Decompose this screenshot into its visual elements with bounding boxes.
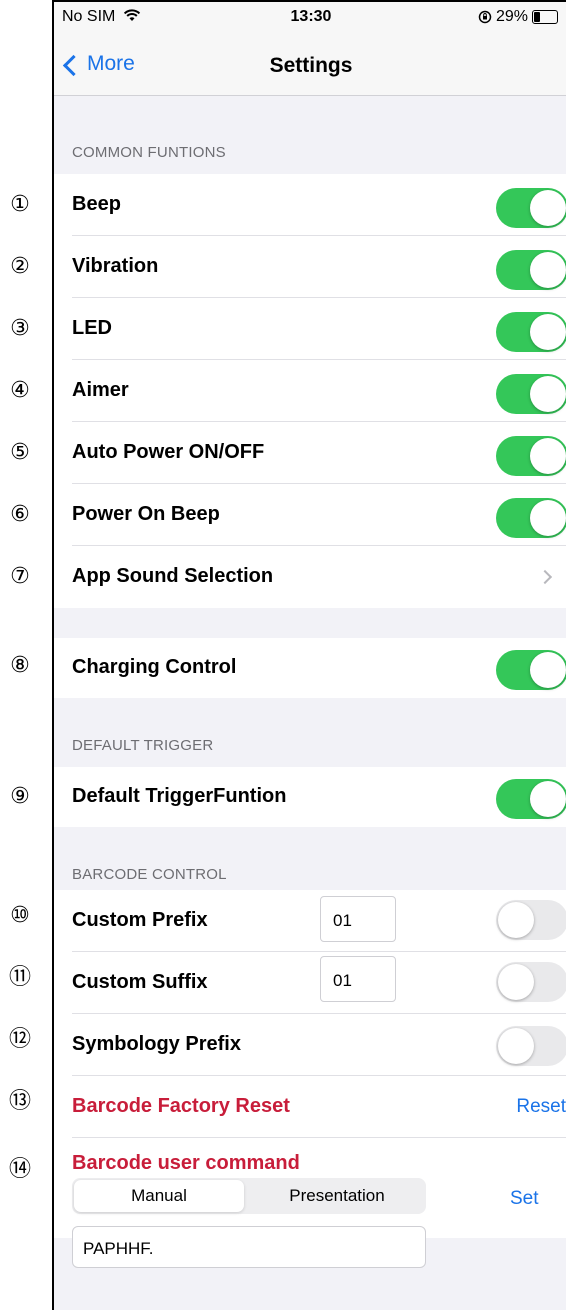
- segment-presentation[interactable]: Presentation: [250, 1180, 424, 1212]
- orientation-lock-icon: [478, 10, 492, 24]
- user-command-input[interactable]: PAPHHF.: [72, 1226, 426, 1268]
- row-number-12: ⑫: [8, 1027, 31, 1052]
- row-number-9: ⑨: [10, 784, 30, 809]
- annotation-gutter: ① ② ③ ④ ⑤ ⑥ ⑦ ⑧ ⑨ ⑩ ⑪ ⑫ ⑬ ⑭: [0, 0, 52, 1310]
- power-on-beep-toggle[interactable]: [496, 498, 566, 538]
- default-trigger-group: Default TriggerFuntion: [54, 767, 566, 827]
- row-number-11: ⑪: [8, 965, 31, 990]
- setting-row-beep: Beep: [54, 174, 566, 236]
- setting-label: Barcode user command: [72, 1152, 300, 1174]
- setting-row-default-trigger: Default TriggerFuntion: [54, 767, 566, 827]
- setting-row-power-on-beep: Power On Beep: [54, 484, 566, 546]
- setting-label: Vibration: [72, 255, 159, 277]
- symbology-prefix-toggle[interactable]: [496, 1026, 566, 1066]
- setting-row-barcode-factory-reset: Barcode Factory Reset Reset: [54, 1076, 566, 1138]
- beep-toggle[interactable]: [496, 188, 566, 228]
- row-number-13: ⑬: [8, 1089, 31, 1114]
- reset-button[interactable]: Reset: [516, 1096, 566, 1118]
- row-number-8: ⑧: [10, 653, 30, 678]
- vibration-toggle[interactable]: [496, 250, 566, 290]
- row-number-4: ④: [10, 378, 30, 403]
- section-header-common-functions: COMMON FUNTIONS: [72, 144, 226, 161]
- row-number-10: ⑩: [10, 903, 30, 928]
- custom-suffix-input[interactable]: 01: [320, 956, 396, 1002]
- setting-row-vibration: Vibration: [54, 236, 566, 298]
- section-header-default-trigger: DEFAULT TRIGGER: [72, 737, 214, 754]
- status-bar: No SIM 13:30 29%: [54, 0, 566, 34]
- setting-label: Default TriggerFuntion: [72, 785, 287, 807]
- row-number-7: ⑦: [10, 564, 30, 589]
- battery-percent: 29%: [495, 8, 528, 25]
- setting-label: Custom Prefix: [72, 909, 208, 931]
- row-number-2: ②: [10, 254, 30, 279]
- navigation-bar: More Settings: [54, 34, 566, 96]
- setting-row-symbology-prefix: Symbology Prefix: [54, 1014, 566, 1076]
- row-number-5: ⑤: [10, 440, 30, 465]
- aimer-toggle[interactable]: [496, 374, 566, 414]
- led-toggle[interactable]: [496, 312, 566, 352]
- phone-screen: No SIM 13:30 29% More Settings COMMON FU…: [52, 0, 566, 1310]
- setting-label: LED: [72, 317, 112, 339]
- setting-row-auto-power: Auto Power ON/OFF: [54, 422, 566, 484]
- auto-power-toggle[interactable]: [496, 436, 566, 476]
- setting-label: Auto Power ON/OFF: [72, 441, 265, 463]
- default-trigger-toggle[interactable]: [496, 779, 566, 819]
- setting-label: Symbology Prefix: [72, 1033, 241, 1055]
- custom-prefix-toggle[interactable]: [496, 900, 566, 940]
- setting-label: Power On Beep: [72, 503, 220, 525]
- row-number-1: ①: [10, 192, 30, 217]
- row-number-3: ③: [10, 316, 30, 341]
- setting-row-aimer: Aimer: [54, 360, 566, 422]
- row-number-14: ⑭: [8, 1157, 31, 1182]
- battery-icon: [532, 10, 558, 24]
- trigger-mode-segmented-control: Manual Presentation: [72, 1178, 426, 1214]
- user-command-controls: Manual Presentation Set PAPHHF.: [54, 538, 566, 1268]
- custom-suffix-toggle[interactable]: [496, 962, 566, 1002]
- setting-row-custom-prefix: Custom Prefix 01: [54, 890, 566, 952]
- section-header-barcode-control: BARCODE CONTROL: [72, 866, 227, 883]
- setting-label: Aimer: [72, 379, 129, 401]
- set-button[interactable]: Set: [510, 1188, 539, 1210]
- page-title: Settings: [269, 54, 353, 77]
- setting-row-led: LED: [54, 298, 566, 360]
- setting-row-custom-suffix: Custom Suffix 01: [54, 952, 566, 1014]
- setting-label: Custom Suffix: [72, 971, 208, 993]
- setting-label: Barcode Factory Reset: [72, 1095, 290, 1117]
- setting-label: Beep: [72, 193, 121, 215]
- row-number-6: ⑥: [10, 502, 30, 527]
- battery-status: 29%: [478, 8, 558, 26]
- custom-prefix-input[interactable]: 01: [320, 896, 396, 942]
- segment-manual[interactable]: Manual: [74, 1180, 244, 1212]
